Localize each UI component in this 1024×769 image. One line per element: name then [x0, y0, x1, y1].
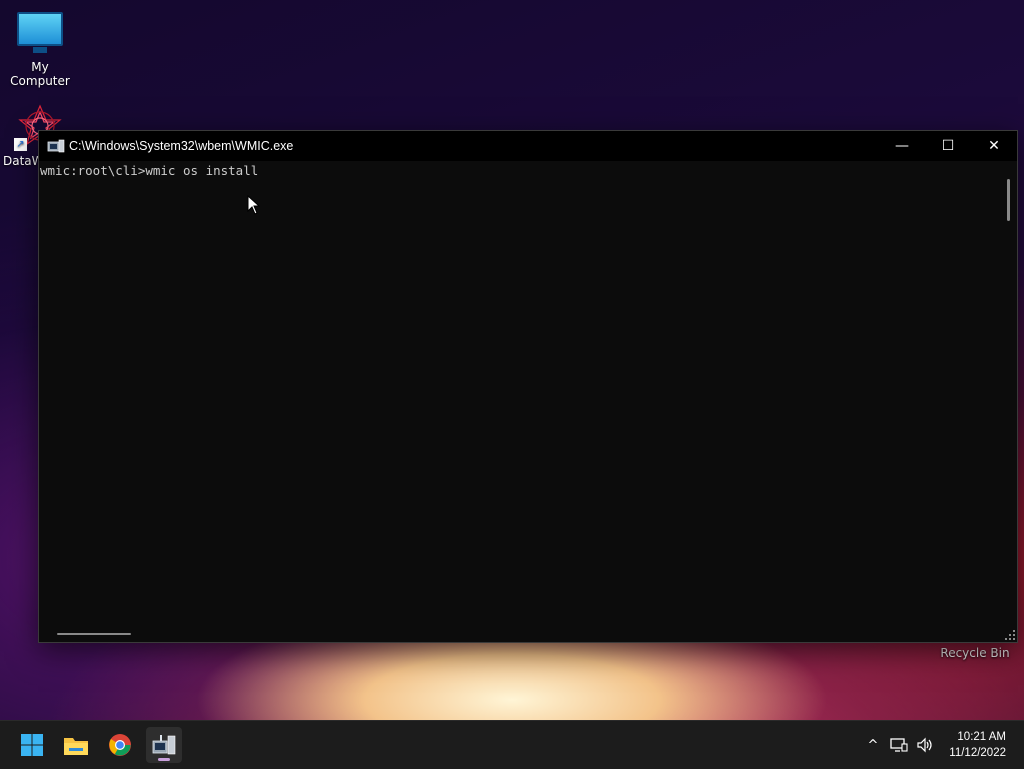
shortcut-arrow-icon: ↗ — [14, 138, 27, 151]
mouse-pointer-icon — [247, 195, 261, 215]
wmic-app-icon — [47, 139, 65, 153]
network-icon[interactable] — [890, 737, 908, 753]
window-title: C:\Windows\System32\wbem\WMIC.exe — [69, 139, 294, 153]
desktop-icon-my-computer[interactable]: My Computer — [0, 8, 80, 88]
clock-time: 10:21 AM — [957, 731, 1006, 743]
maximize-button[interactable]: ☐ — [925, 131, 971, 161]
horizontal-scrollbar[interactable] — [39, 626, 1001, 642]
chrome-icon — [109, 734, 131, 756]
wmic-console-window[interactable]: C:\Windows\System32\wbem\WMIC.exe — ☐ ✕ … — [38, 130, 1018, 643]
taskbar-file-explorer[interactable] — [58, 727, 94, 763]
taskbar-clock[interactable]: 10:21 AM 11/12/2022 — [949, 729, 1006, 761]
start-button[interactable] — [14, 727, 50, 763]
console-line: wmic:root\cli>wmic os install — [40, 163, 259, 178]
close-button[interactable]: ✕ — [971, 131, 1017, 161]
scrollbar-thumb[interactable] — [57, 633, 131, 635]
folder-icon — [64, 738, 88, 755]
volume-icon[interactable] — [916, 737, 934, 753]
tray-chevron-icon[interactable]: ^ — [862, 738, 884, 753]
clock-date: 11/12/2022 — [949, 747, 1006, 759]
monitor-icon — [17, 12, 63, 53]
vertical-scrollbar[interactable] — [1001, 161, 1017, 626]
resize-grip-icon[interactable] — [1005, 630, 1015, 640]
taskbar: ^ 10:21 AM 11/12/2022 — [0, 720, 1024, 769]
windows-logo-icon — [21, 734, 43, 756]
system-tray: ^ — [862, 721, 934, 769]
window-titlebar[interactable]: C:\Windows\System32\wbem\WMIC.exe — ☐ ✕ — [39, 131, 1017, 161]
desktop-icon-label: My Computer — [10, 60, 70, 88]
console-output[interactable]: wmic:root\cli>wmic os install — [39, 161, 1001, 626]
minimize-button[interactable]: — — [879, 131, 925, 161]
wmic-app-icon — [152, 735, 176, 755]
active-indicator — [158, 758, 170, 761]
desktop-icon-recycle-bin[interactable]: Recycle Bin — [940, 646, 1010, 660]
taskbar-wmic[interactable] — [146, 727, 182, 763]
taskbar-chrome[interactable] — [102, 727, 138, 763]
scrollbar-thumb[interactable] — [1007, 179, 1010, 221]
